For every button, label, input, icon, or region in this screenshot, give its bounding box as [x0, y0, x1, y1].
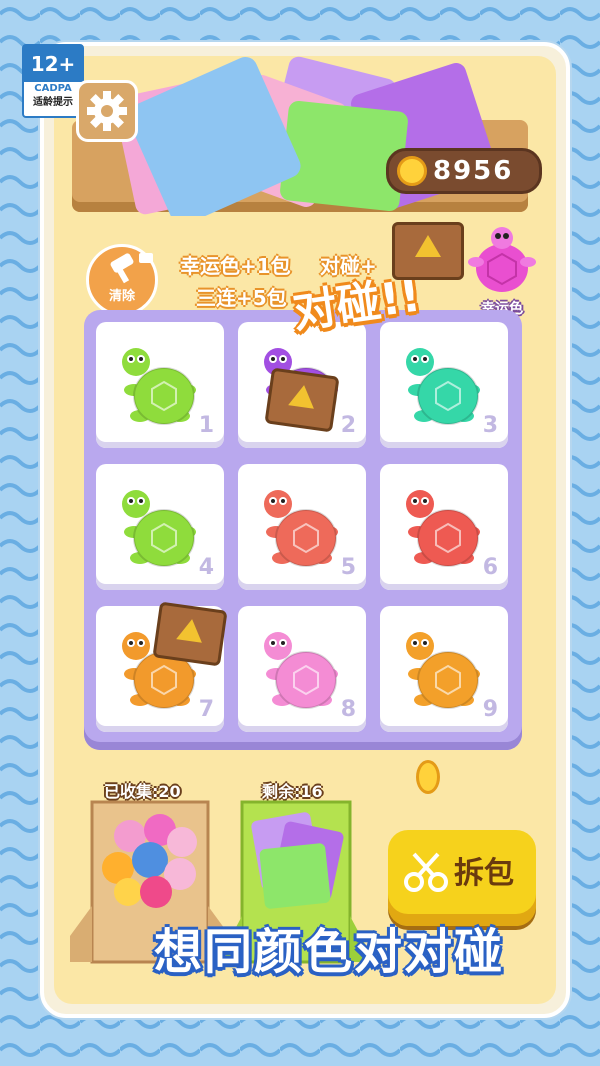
video-ad-icon: [139, 253, 153, 263]
coin-icon: [397, 156, 427, 186]
cell-number: 2: [340, 413, 356, 438]
age-rating-caption: 适龄提示: [33, 97, 73, 108]
cell-number: 7: [198, 697, 214, 722]
coin-icon: [416, 760, 440, 794]
cell-number: 8: [340, 697, 356, 722]
settings-button[interactable]: [76, 80, 138, 142]
turtle-toy: [406, 490, 480, 567]
bonus-triple-info: 三连+5包: [196, 286, 287, 310]
warning-icon: [176, 617, 205, 643]
crate-obstacle: [264, 367, 340, 433]
clear-tool-button[interactable]: 清除: [86, 244, 158, 316]
turtle-toy: [122, 490, 196, 567]
grid-cell[interactable]: 3: [380, 322, 508, 448]
gear-icon: [87, 91, 127, 131]
grid-cell[interactable]: 5: [238, 464, 366, 590]
grid-cell[interactable]: 4: [96, 464, 224, 590]
warning-icon: [288, 383, 317, 409]
cell-number: 6: [482, 555, 498, 580]
coin-count: 8956: [433, 156, 514, 186]
turtle-toy: [406, 632, 480, 709]
turtle-toy: [406, 348, 480, 425]
coin-counter: 8956: [386, 148, 542, 194]
turtle-grid: 1 2 3 4 5 6 7 8 9: [84, 310, 522, 750]
age-rating-badge: 12+ CADPA 适龄提示: [22, 44, 84, 118]
bonus-lucky-info: 幸运色+1包: [180, 254, 291, 278]
grid-cell[interactable]: 9: [380, 606, 508, 732]
clear-tool-label: 清除: [108, 289, 135, 304]
turtle-toy: [264, 632, 338, 709]
lucky-color-turtle: [468, 227, 536, 292]
turtle-toy: [264, 490, 338, 567]
age-rating: 12+: [24, 46, 82, 82]
unpack-label: 拆包: [454, 856, 514, 891]
warning-icon: [415, 235, 441, 257]
promo-headline: 想同颜色对对碰: [154, 924, 505, 980]
cell-number: 1: [198, 413, 214, 438]
cell-number: 9: [482, 697, 498, 722]
cell-number: 3: [482, 413, 498, 438]
scissors-icon: [404, 852, 448, 892]
crate-obstacle: [152, 601, 228, 667]
cell-number: 5: [340, 555, 356, 580]
grid-cell[interactable]: 8: [238, 606, 366, 732]
grid-cell[interactable]: 6: [380, 464, 508, 590]
age-rating-org: CADPA: [34, 83, 72, 94]
cell-number: 4: [198, 555, 214, 580]
turtle-toy: [122, 348, 196, 425]
grid-cell[interactable]: 1: [96, 322, 224, 448]
crate-obstacle: [392, 222, 464, 280]
